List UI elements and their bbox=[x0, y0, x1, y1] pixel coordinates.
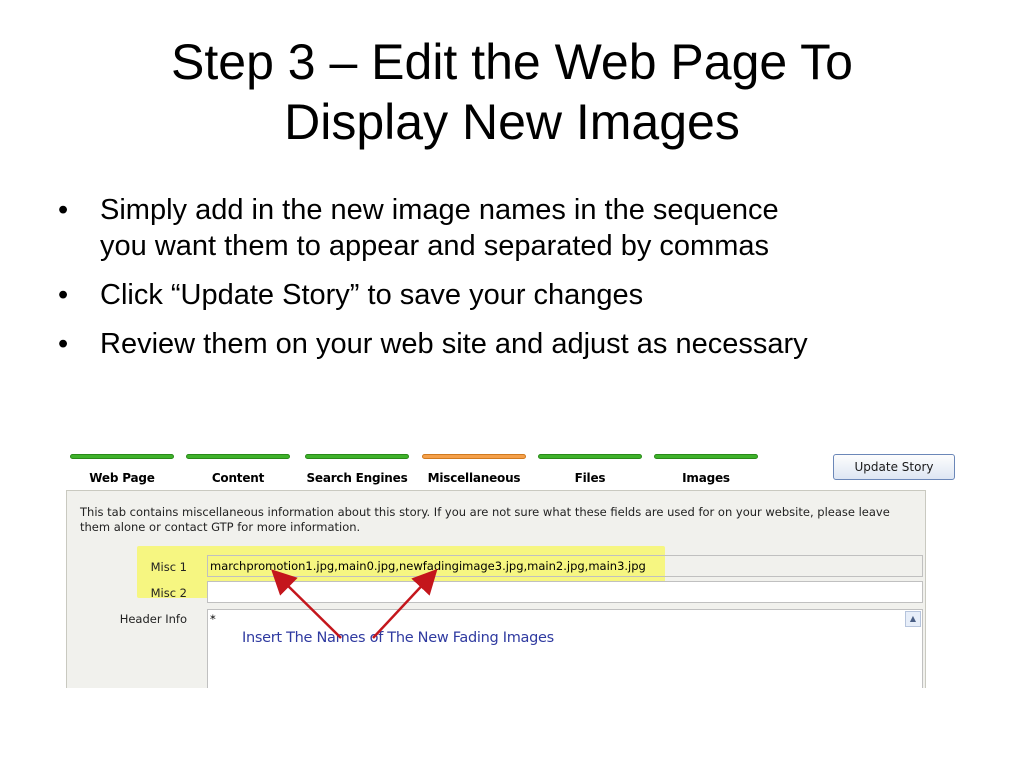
tab-label: Web Page bbox=[89, 471, 155, 485]
bullet-dot: • bbox=[58, 194, 69, 226]
tab-search-engines[interactable]: Search Engines bbox=[303, 454, 411, 490]
tab-miscellaneous[interactable]: Miscellaneous bbox=[420, 454, 528, 490]
tab-label: Images bbox=[682, 471, 730, 485]
annotation-text: Insert The Names of The New Fading Image… bbox=[242, 630, 554, 646]
slide-title-line-2: Display New Images bbox=[284, 94, 740, 150]
tab-images[interactable]: Images bbox=[652, 454, 760, 490]
bullet-item: • Review them on your web site and adjus… bbox=[58, 326, 978, 362]
bullet-list: • Simply add in the new image names in t… bbox=[58, 192, 978, 375]
tab-indicator bbox=[70, 454, 174, 459]
scroll-up-arrow-icon[interactable]: ▲ bbox=[905, 611, 921, 627]
bullet-dot: • bbox=[58, 279, 69, 311]
tab-label: Miscellaneous bbox=[427, 471, 521, 485]
tab-indicator bbox=[422, 454, 526, 459]
slide-title: Step 3 – Edit the Web Page To Display Ne… bbox=[0, 32, 1024, 152]
bullet-text: Simply add in the new image names in the… bbox=[100, 194, 779, 226]
miscellaneous-panel: This tab contains miscellaneous informat… bbox=[66, 490, 926, 688]
tab-label: Files bbox=[574, 471, 606, 485]
tab-web-page[interactable]: Web Page bbox=[68, 454, 176, 490]
cms-screenshot: Web Page Content Search Engines Miscella… bbox=[66, 452, 960, 688]
bullet-text: Click “Update Story” to save your change… bbox=[100, 279, 644, 311]
tab-indicator bbox=[654, 454, 758, 459]
misc2-label: Misc 2 bbox=[150, 586, 187, 600]
tab-indicator bbox=[305, 454, 409, 459]
bullet-text: Review them on your web site and adjust … bbox=[100, 328, 808, 360]
tab-content[interactable]: Content bbox=[184, 454, 292, 490]
bullet-text: you want them to appear and separated by… bbox=[100, 230, 769, 262]
tab-label: Content bbox=[211, 471, 265, 485]
tab-indicator bbox=[538, 454, 642, 459]
slide-title-line-1: Step 3 – Edit the Web Page To bbox=[171, 34, 853, 90]
panel-info-text: This tab contains miscellaneous informat… bbox=[80, 505, 890, 534]
tab-files[interactable]: Files bbox=[536, 454, 644, 490]
update-story-button[interactable]: Update Story bbox=[833, 454, 955, 480]
header-info-textarea[interactable]: * bbox=[207, 609, 923, 688]
misc1-input[interactable] bbox=[207, 555, 923, 577]
misc1-label: Misc 1 bbox=[150, 560, 187, 574]
bullet-item: • Simply add in the new image names in t… bbox=[58, 192, 978, 264]
tab-label: Search Engines bbox=[306, 471, 408, 485]
bullet-dot: • bbox=[58, 328, 69, 360]
tab-indicator bbox=[186, 454, 290, 459]
misc2-input[interactable] bbox=[207, 581, 923, 603]
bullet-item: • Click “Update Story” to save your chan… bbox=[58, 277, 978, 313]
tab-strip: Web Page Content Search Engines Miscella… bbox=[66, 452, 826, 492]
header-info-label: Header Info bbox=[119, 612, 187, 626]
